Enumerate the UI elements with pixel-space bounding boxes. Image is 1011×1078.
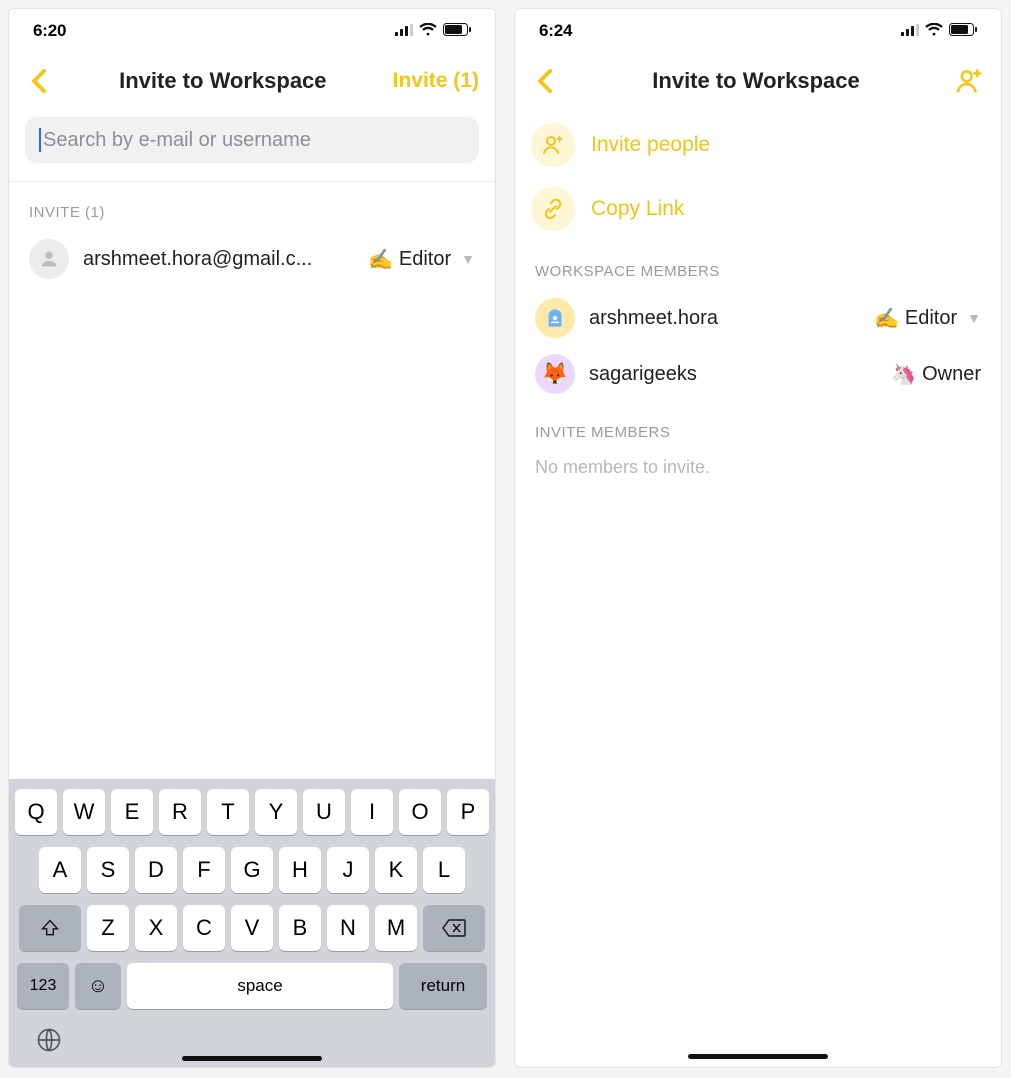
invite-confirm-button[interactable]: Invite (1) xyxy=(393,69,479,93)
home-indicator[interactable] xyxy=(182,1056,322,1061)
key-123[interactable]: 123 xyxy=(17,963,69,1009)
role-selector[interactable]: ✍️ Editor ▼ xyxy=(368,247,475,272)
cellular-icon xyxy=(901,21,919,41)
key-f[interactable]: F xyxy=(183,847,225,893)
home-indicator[interactable] xyxy=(688,1054,828,1059)
key-z[interactable]: Z xyxy=(87,905,129,951)
key-x[interactable]: X xyxy=(135,905,177,951)
key-v[interactable]: V xyxy=(231,905,273,951)
status-indicators xyxy=(901,21,977,41)
battery-icon xyxy=(949,21,977,41)
nav-bar: Invite to Workspace Invite (1) xyxy=(9,53,495,109)
chevron-down-icon: ▼ xyxy=(461,251,475,267)
key-k[interactable]: K xyxy=(375,847,417,893)
key-s[interactable]: S xyxy=(87,847,129,893)
role-label: Editor xyxy=(905,307,957,330)
person-plus-icon xyxy=(531,123,575,167)
wifi-icon xyxy=(419,21,437,41)
back-button[interactable] xyxy=(25,67,53,95)
role-icon: 🦄 xyxy=(891,362,916,387)
invite-people-button[interactable]: Invite people xyxy=(515,113,1001,177)
key-space[interactable]: space xyxy=(127,963,393,1009)
member-name: arshmeet.hora xyxy=(589,307,860,330)
action-label: Invite people xyxy=(591,133,710,157)
key-e[interactable]: E xyxy=(111,789,153,835)
invite-section-header: INVITE (1) xyxy=(9,182,495,231)
keyboard-row-4: 123 ☺ space return xyxy=(13,963,491,1009)
key-p[interactable]: P xyxy=(447,789,489,835)
key-g[interactable]: G xyxy=(231,847,273,893)
member-row[interactable]: arshmeet.hora ✍️ Editor ▼ xyxy=(515,290,1001,346)
action-list: Invite people Copy Link xyxy=(515,109,1001,241)
nav-title: Invite to Workspace xyxy=(652,68,859,94)
key-i[interactable]: I xyxy=(351,789,393,835)
ios-keyboard: Q W E R T Y U I O P A S D F G H J K L Z xyxy=(9,779,495,1067)
status-bar: 6:20 xyxy=(9,9,495,53)
key-n[interactable]: N xyxy=(327,905,369,951)
avatar xyxy=(535,298,575,338)
search-input[interactable]: Search by e-mail or username xyxy=(25,117,479,163)
key-q[interactable]: Q xyxy=(15,789,57,835)
add-person-button[interactable] xyxy=(953,65,985,97)
key-c[interactable]: C xyxy=(183,905,225,951)
role-label: Editor xyxy=(399,248,451,271)
key-y[interactable]: Y xyxy=(255,789,297,835)
key-w[interactable]: W xyxy=(63,789,105,835)
member-row[interactable]: 🦊 sagarigeeks 🦄 Owner xyxy=(515,346,1001,402)
key-j[interactable]: J xyxy=(327,847,369,893)
role-icon: ✍️ xyxy=(368,247,393,272)
status-time: 6:20 xyxy=(33,21,66,41)
status-bar: 6:24 xyxy=(515,9,1001,53)
role-label: Owner xyxy=(922,363,981,386)
role-icon: ✍️ xyxy=(874,306,899,331)
role-selector[interactable]: ✍️ Editor ▼ xyxy=(874,306,981,331)
nav-title: Invite to Workspace xyxy=(119,68,326,94)
text-cursor xyxy=(39,128,41,152)
screen-invite-search: 6:20 Invite to Workspace Invite (1) Sear… xyxy=(8,8,496,1068)
battery-icon xyxy=(443,21,471,41)
back-button[interactable] xyxy=(531,67,559,95)
keyboard-row-3: Z X C V B N M xyxy=(13,905,491,951)
invite-members-header: INVITE MEMBERS xyxy=(515,402,1001,451)
key-o[interactable]: O xyxy=(399,789,441,835)
member-name: sagarigeeks xyxy=(589,363,877,386)
key-a[interactable]: A xyxy=(39,847,81,893)
key-return[interactable]: return xyxy=(399,963,487,1009)
action-label: Copy Link xyxy=(591,197,684,221)
key-l[interactable]: L xyxy=(423,847,465,893)
chevron-down-icon: ▼ xyxy=(967,310,981,326)
link-icon xyxy=(531,187,575,231)
key-t[interactable]: T xyxy=(207,789,249,835)
invite-empty-text: No members to invite. xyxy=(515,451,1001,484)
key-backspace[interactable] xyxy=(423,905,485,951)
key-emoji[interactable]: ☺ xyxy=(75,963,121,1009)
key-shift[interactable] xyxy=(19,905,81,951)
invite-row[interactable]: arshmeet.hora@gmail.c... ✍️ Editor ▼ xyxy=(9,231,495,287)
key-h[interactable]: H xyxy=(279,847,321,893)
invite-email: arshmeet.hora@gmail.c... xyxy=(83,248,354,271)
screen-workspace-members: 6:24 Invite to Workspace Invite peo xyxy=(514,8,1002,1068)
status-indicators xyxy=(395,21,471,41)
key-m[interactable]: M xyxy=(375,905,417,951)
key-u[interactable]: U xyxy=(303,789,345,835)
status-time: 6:24 xyxy=(539,21,572,41)
keyboard-row-2: A S D F G H J K L xyxy=(13,847,491,893)
copy-link-button[interactable]: Copy Link xyxy=(515,177,1001,241)
cellular-icon xyxy=(395,21,413,41)
key-b[interactable]: B xyxy=(279,905,321,951)
keyboard-row-1: Q W E R T Y U I O P xyxy=(13,789,491,835)
avatar: 🦊 xyxy=(535,354,575,394)
role-display: 🦄 Owner xyxy=(891,362,981,387)
search-placeholder: Search by e-mail or username xyxy=(43,129,311,152)
nav-bar: Invite to Workspace xyxy=(515,53,1001,109)
members-header: WORKSPACE MEMBERS xyxy=(515,241,1001,290)
globe-icon[interactable] xyxy=(35,1026,63,1059)
key-r[interactable]: R xyxy=(159,789,201,835)
wifi-icon xyxy=(925,21,943,41)
avatar-placeholder xyxy=(29,239,69,279)
key-d[interactable]: D xyxy=(135,847,177,893)
